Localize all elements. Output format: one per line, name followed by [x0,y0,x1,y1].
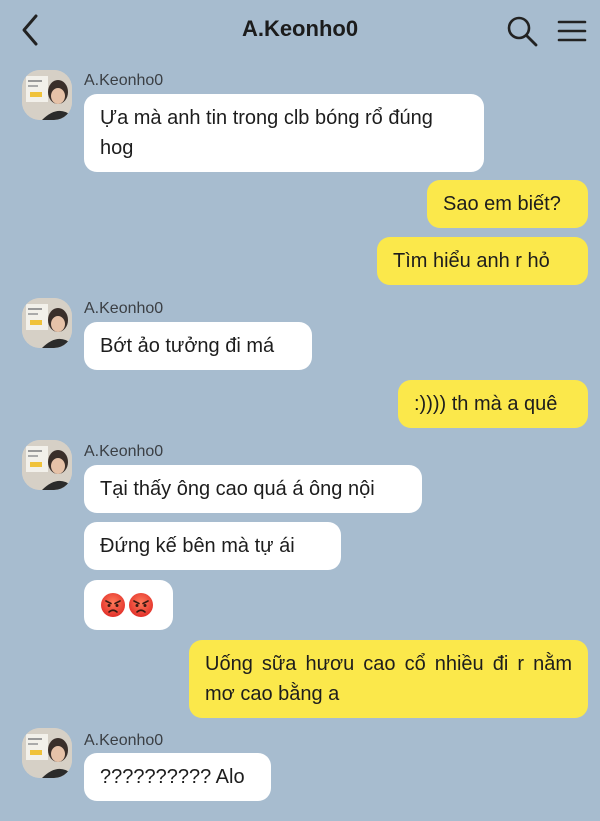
hamburger-menu-icon [557,20,587,42]
angry-face-icon [129,593,153,617]
message-bubble-outgoing[interactable]: Tìm hiểu anh r hỏ [377,237,588,285]
menu-button[interactable] [556,14,588,48]
sender-name: A.Keonho0 [84,732,164,749]
message-bubble-outgoing[interactable]: :)))) th mà a quê [398,380,588,428]
message-bubble-incoming[interactable]: ?????????? Alo [84,753,271,801]
message-bubble-incoming[interactable]: Bớt ảo tưởng đi má [84,322,312,370]
profile-photo-icon [22,70,72,120]
message-bubble-emoji[interactable] [84,580,173,630]
message-bubble-outgoing[interactable]: Sao em biết? [427,180,588,228]
contact-avatar[interactable] [22,298,72,348]
profile-photo-icon [22,440,72,490]
message-bubble-incoming[interactable]: Đứng kế bên mà tự ái [84,522,341,570]
message-bubble-outgoing[interactable]: Uống sữa hươu cao cổ nhiều đi r nằm mơ c… [189,640,588,718]
angry-face-icon [101,593,125,617]
contact-avatar[interactable] [22,440,72,490]
message-bubble-incoming[interactable]: Tại thấy ông cao quá á ông nội [84,465,422,513]
sender-name: A.Keonho0 [84,72,164,89]
contact-avatar[interactable] [22,70,72,120]
search-icon [507,16,538,47]
search-button[interactable] [505,14,539,48]
sender-name: A.Keonho0 [84,443,164,460]
profile-photo-icon [22,298,72,348]
message-bubble-incoming[interactable]: Ựa mà anh tin trong clb bóng rổ đúng hog [84,94,484,172]
profile-photo-icon [22,728,72,778]
sender-name: A.Keonho0 [84,300,164,317]
chat-header: A.Keonho0 [0,0,600,60]
emoji-group [100,592,157,618]
contact-avatar[interactable] [22,728,72,778]
